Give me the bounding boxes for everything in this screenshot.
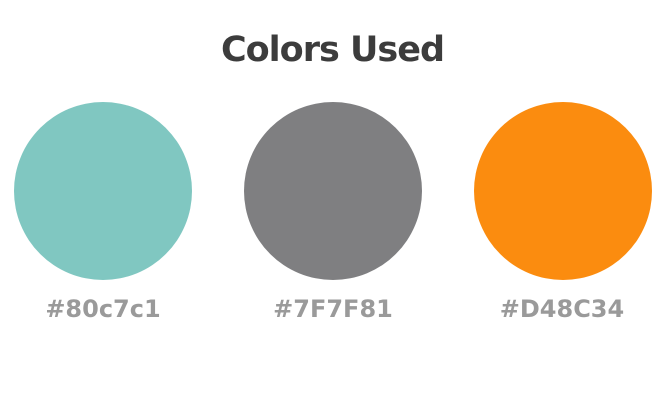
page-title: Colors Used: [220, 30, 445, 70]
color-swatch-orange: [474, 102, 652, 280]
color-label-teal: #80c7c1: [45, 295, 161, 323]
color-label-orange: #D48C34: [499, 295, 625, 323]
color-label-gray: #7F7F81: [273, 295, 393, 323]
color-swatch-gray: [244, 102, 422, 280]
color-swatch-teal: [14, 102, 192, 280]
